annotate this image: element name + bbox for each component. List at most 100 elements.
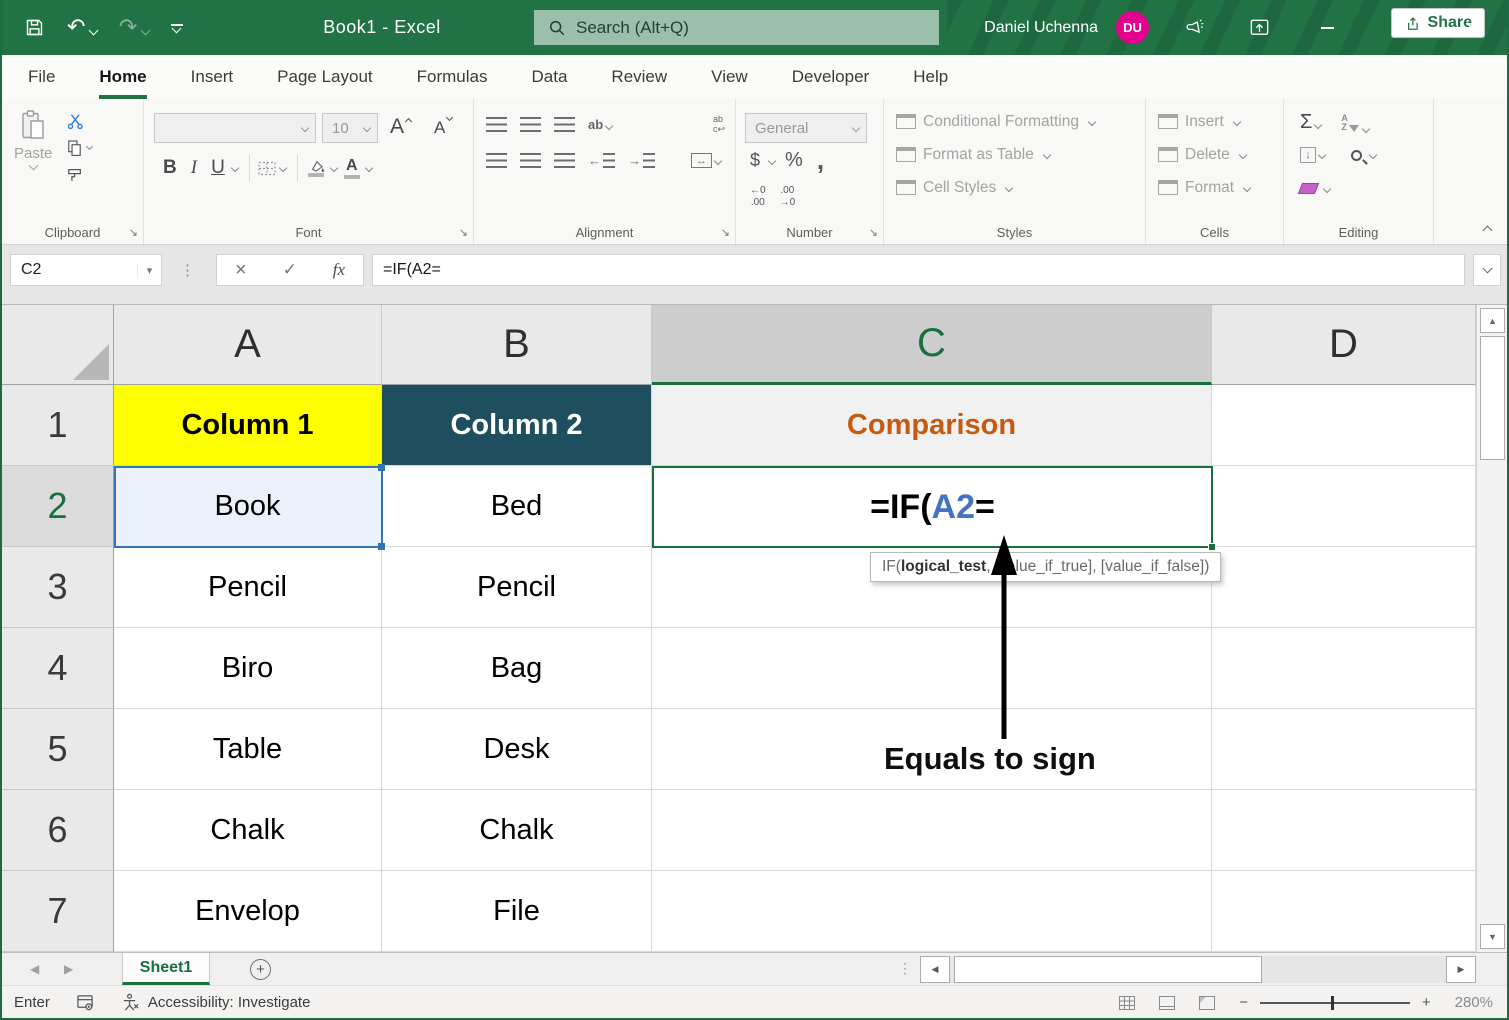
select-all-corner[interactable]: [2, 305, 114, 385]
cell-d2[interactable]: [1212, 466, 1476, 547]
borders-button[interactable]: [257, 160, 277, 177]
customize-qat-button[interactable]: [170, 23, 183, 33]
col-header-a[interactable]: A: [114, 305, 382, 385]
percent-style-button[interactable]: %: [785, 149, 803, 172]
format-as-table-button[interactable]: Format as Table: [884, 138, 1145, 171]
row-header-6[interactable]: 6: [2, 790, 114, 871]
delete-cells-button[interactable]: Delete: [1146, 138, 1283, 171]
format-cells-button[interactable]: Format: [1146, 171, 1283, 204]
comma-style-button[interactable]: ,: [817, 147, 824, 173]
fill-color-dropdown-icon[interactable]: [329, 163, 339, 173]
name-box[interactable]: C2 ▾: [10, 254, 162, 286]
horizontal-scroll-thumb[interactable]: [954, 956, 1262, 983]
font-dialog-launcher[interactable]: ↘: [459, 228, 468, 239]
row-header-2[interactable]: 2: [2, 466, 114, 547]
sort-filter-button[interactable]: AZ: [1341, 113, 1373, 133]
tab-review[interactable]: Review: [611, 55, 667, 99]
zoom-in-button[interactable]: +: [1422, 994, 1431, 1011]
cell-b6[interactable]: Chalk: [382, 790, 652, 871]
find-select-button[interactable]: [1351, 149, 1380, 161]
cell-d1[interactable]: [1212, 385, 1476, 466]
cell-c6[interactable]: [652, 790, 1212, 871]
tab-help[interactable]: Help: [913, 55, 948, 99]
bold-button[interactable]: B: [156, 157, 184, 179]
number-format-combo[interactable]: General: [745, 113, 867, 143]
cell-b7[interactable]: File: [382, 871, 652, 952]
scroll-left-button[interactable]: ◀: [920, 956, 950, 983]
horizontal-scrollbar[interactable]: ◀ ▶: [920, 956, 1476, 983]
close-button[interactable]: ×: [1435, 0, 1507, 55]
increase-indent-button[interactable]: →: [628, 153, 655, 168]
grow-font-button[interactable]: A: [390, 115, 413, 139]
font-color-button[interactable]: A: [341, 157, 363, 179]
insert-function-button[interactable]: fx: [333, 260, 345, 280]
col-header-c[interactable]: C: [652, 305, 1212, 385]
cell-a3[interactable]: Pencil: [114, 547, 382, 628]
active-cell-c2[interactable]: =IF(A2 =: [652, 466, 1216, 551]
copy-button[interactable]: [66, 138, 94, 158]
col-header-b[interactable]: B: [382, 305, 652, 385]
fill-handle[interactable]: [1208, 543, 1216, 551]
undo-dropdown-icon[interactable]: [88, 25, 99, 36]
cell-c7[interactable]: [652, 871, 1212, 952]
redo-button[interactable]: ↷: [119, 16, 151, 39]
page-layout-view-button[interactable]: [1159, 995, 1176, 1010]
enter-button[interactable]: ✓: [283, 260, 297, 280]
scroll-right-button[interactable]: ▶: [1446, 956, 1476, 983]
vertical-scrollbar[interactable]: ▲ ▼: [1476, 305, 1507, 952]
cell-a7[interactable]: Envelop: [114, 871, 382, 952]
increase-decimal-button[interactable]: ←0.00: [750, 185, 766, 208]
cell-b3[interactable]: Pencil: [382, 547, 652, 628]
cell-c1[interactable]: Comparison: [652, 385, 1212, 466]
clear-button[interactable]: [1297, 183, 1334, 194]
maximize-button[interactable]: [1363, 0, 1435, 55]
accounting-format-button[interactable]: $: [750, 150, 760, 171]
orientation-button[interactable]: ab: [588, 116, 616, 134]
cell-a5[interactable]: Table: [114, 709, 382, 790]
autosum-button[interactable]: Σ: [1300, 111, 1325, 134]
cell-d5[interactable]: [1212, 709, 1476, 790]
fill-button[interactable]: ↓: [1300, 147, 1329, 163]
cancel-button[interactable]: ×: [235, 259, 247, 282]
decrease-decimal-button[interactable]: .00 →0: [780, 185, 796, 208]
alignment-dialog-launcher[interactable]: ↘: [721, 228, 730, 239]
scroll-down-button[interactable]: ▼: [1480, 924, 1505, 949]
cell-b2[interactable]: Bed: [382, 466, 652, 547]
row-header-3[interactable]: 3: [2, 547, 114, 628]
cell-a1[interactable]: Column 1: [114, 385, 382, 466]
ribbon-display-options-button[interactable]: [1227, 0, 1291, 55]
avatar[interactable]: DU: [1116, 11, 1149, 44]
cell-b5[interactable]: Desk: [382, 709, 652, 790]
cell-a4[interactable]: Biro: [114, 628, 382, 709]
format-painter-button[interactable]: [66, 165, 92, 185]
cell-d6[interactable]: [1212, 790, 1476, 871]
merge-center-button[interactable]: ↔: [691, 153, 725, 168]
accounting-dropdown-icon[interactable]: [767, 156, 777, 165]
tab-formulas[interactable]: Formulas: [417, 55, 488, 99]
vertical-scroll-thumb[interactable]: [1480, 336, 1505, 460]
row-header-7[interactable]: 7: [2, 871, 114, 952]
zoom-level[interactable]: 280%: [1455, 994, 1493, 1011]
shrink-font-button[interactable]: A: [434, 113, 454, 138]
paste-button[interactable]: Paste: [14, 109, 52, 244]
undo-button[interactable]: ↶: [67, 16, 99, 39]
tab-scroll-handle[interactable]: ⋮: [898, 960, 912, 977]
cell-a6[interactable]: Chalk: [114, 790, 382, 871]
collapse-ribbon-button[interactable]: [1482, 225, 1493, 236]
tab-view[interactable]: View: [711, 55, 748, 99]
wrap-text-button[interactable]: ab c↩: [713, 114, 725, 135]
cell-c4[interactable]: [652, 628, 1212, 709]
expand-formula-bar-button[interactable]: [1473, 254, 1501, 286]
prev-sheet-button[interactable]: ◀: [30, 953, 39, 985]
new-sheet-button[interactable]: +: [250, 959, 271, 980]
next-sheet-button[interactable]: ▶: [64, 953, 73, 985]
zoom-out-button[interactable]: −: [1239, 994, 1248, 1011]
cell-styles-button[interactable]: Cell Styles: [884, 171, 1145, 204]
macro-record-icon[interactable]: [76, 994, 95, 1011]
font-size-combo[interactable]: 10: [322, 113, 378, 143]
save-icon[interactable]: [24, 17, 45, 38]
page-break-view-button[interactable]: [1199, 995, 1216, 1010]
coming-soon-button[interactable]: [1163, 0, 1227, 55]
tab-file[interactable]: File: [28, 55, 55, 99]
formula-input[interactable]: =IF(A2=: [372, 254, 1465, 286]
